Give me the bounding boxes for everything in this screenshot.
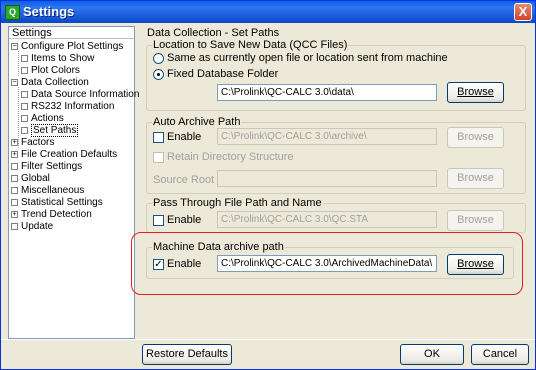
tree-leaf-icon xyxy=(21,102,28,110)
tree-leaf-icon xyxy=(21,66,28,74)
tree-item-plot-colors[interactable]: Plot Colors xyxy=(21,65,80,77)
source-root-browse-button[interactable]: Browse xyxy=(447,168,504,189)
pass-through-browse-button[interactable]: Browse xyxy=(447,210,504,231)
auto-archive-group-label: Auto Archive Path xyxy=(152,116,242,128)
tree-header: Settings xyxy=(9,27,134,39)
auto-archive-path-input[interactable]: C:\Prolink\QC-CALC 3.0\archive\ xyxy=(217,128,437,145)
settings-tree[interactable]: Settings − Configure Plot Settings Items … xyxy=(8,26,139,339)
tree-leaf-icon xyxy=(11,174,18,182)
tree-leaf-icon xyxy=(11,186,18,194)
tree-item-configure-plot-settings[interactable]: − Configure Plot Settings xyxy=(11,41,123,53)
fixed-folder-path-input[interactable]: C:\Prolink\QC-CALC 3.0\data\ xyxy=(217,84,437,101)
auto-archive-enable-checkbox[interactable] xyxy=(153,132,164,143)
tree-item-filter-settings[interactable]: Filter Settings xyxy=(11,161,82,173)
tree-item-items-to-show[interactable]: Items to Show xyxy=(21,53,94,65)
auto-archive-enable-label: Enable xyxy=(167,131,202,143)
tree-item-data-source-information[interactable]: Data Source Information xyxy=(21,89,139,101)
auto-archive-browse-button[interactable]: Browse xyxy=(447,127,504,148)
same-as-open-radio[interactable] xyxy=(153,53,164,64)
collapse-icon[interactable]: − xyxy=(11,78,18,86)
title-bar[interactable]: Q Settings X xyxy=(1,1,535,23)
tree-leaf-icon xyxy=(11,222,18,230)
source-root-label: Source Root xyxy=(153,174,215,186)
tree-leaf-icon xyxy=(21,114,28,122)
location-group-label: Location to Save New Data (QCC Files) xyxy=(152,39,349,51)
tree-item-trend-detection[interactable]: + Trend Detection xyxy=(11,209,92,221)
same-as-open-label: Same as currently open file or location … xyxy=(167,52,448,64)
tree-item-file-creation-defaults[interactable]: + File Creation Defaults xyxy=(11,149,117,161)
divider xyxy=(1,339,535,340)
tree-item-set-paths[interactable]: Set Paths xyxy=(21,124,79,137)
tree-leaf-icon xyxy=(21,126,28,134)
pass-through-enable-checkbox[interactable] xyxy=(153,215,164,226)
source-root-input[interactable] xyxy=(217,170,437,187)
app-icon: Q xyxy=(5,5,20,20)
tree-item-factors[interactable]: + Factors xyxy=(11,137,54,149)
tree-item-update[interactable]: Update xyxy=(11,221,53,233)
settings-window: Q Settings X Settings − Configure Plot Se… xyxy=(0,0,536,370)
tree-leaf-icon xyxy=(11,198,18,206)
expand-icon[interactable]: + xyxy=(11,210,18,218)
close-button[interactable]: X xyxy=(514,3,532,21)
restore-defaults-button[interactable]: Restore Defaults xyxy=(142,344,232,365)
fixed-folder-label: Fixed Database Folder xyxy=(167,68,279,80)
tree-item-miscellaneous[interactable]: Miscellaneous xyxy=(11,185,84,197)
ok-button[interactable]: OK xyxy=(400,344,464,365)
tree-item-global[interactable]: Global xyxy=(11,173,50,185)
tree-leaf-icon xyxy=(21,54,28,62)
retain-structure-label: Retain Directory Structure xyxy=(167,151,294,163)
highlight-annotation xyxy=(131,232,523,295)
tree-leaf-icon xyxy=(11,162,18,170)
cancel-button[interactable]: Cancel xyxy=(471,344,529,365)
retain-structure-checkbox[interactable] xyxy=(153,152,164,163)
tree-leaf-icon xyxy=(21,90,28,98)
pass-through-path-input[interactable]: C:\Prolink\QC-CALC 3.0\QC.STA xyxy=(217,211,437,228)
tree-connector xyxy=(18,51,19,76)
tree-item-data-collection[interactable]: − Data Collection xyxy=(11,77,89,89)
location-browse-button[interactable]: Browse xyxy=(447,82,504,103)
collapse-icon[interactable]: − xyxy=(11,42,18,50)
tree-item-rs232-information[interactable]: RS232 Information xyxy=(21,101,114,113)
pass-through-enable-label: Enable xyxy=(167,214,202,226)
panel-title: Data Collection - Set Paths xyxy=(147,27,280,39)
tree-item-statistical-settings[interactable]: Statistical Settings xyxy=(11,197,103,209)
expand-icon[interactable]: + xyxy=(11,150,18,158)
window-title: Settings xyxy=(23,4,75,19)
fixed-folder-radio[interactable] xyxy=(153,69,164,80)
expand-icon[interactable]: + xyxy=(11,138,18,146)
pass-through-group-label: Pass Through File Path and Name xyxy=(152,197,323,209)
